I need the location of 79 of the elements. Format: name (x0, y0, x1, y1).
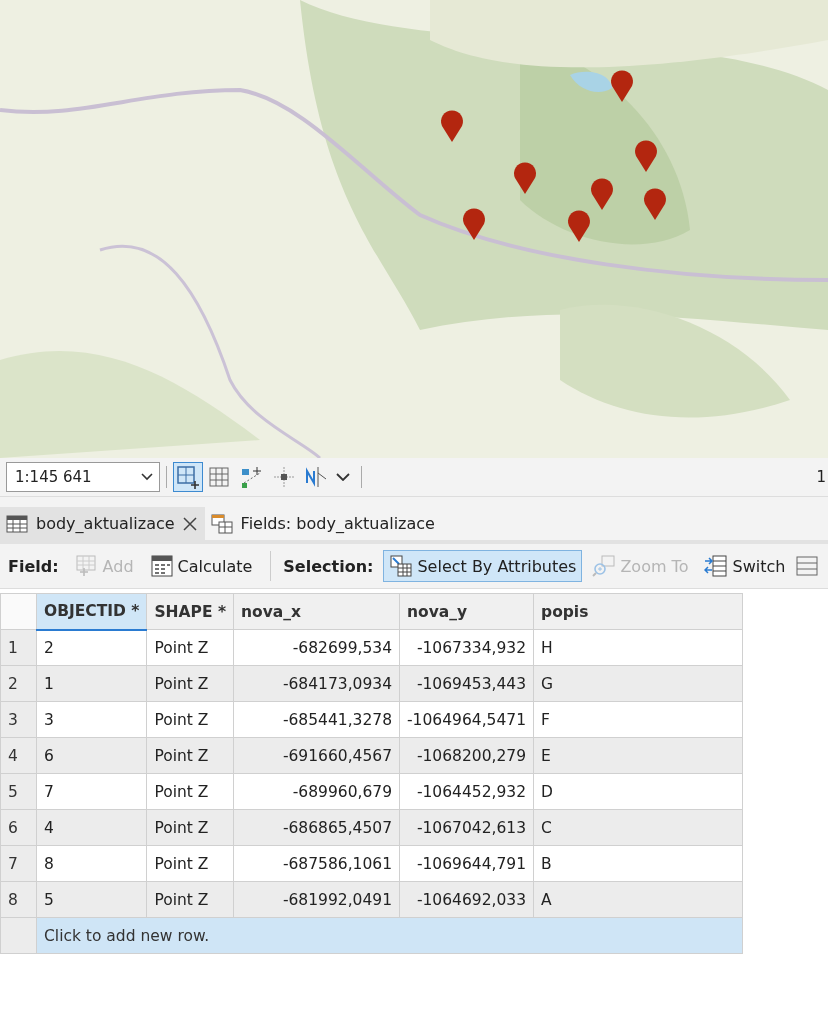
table-cell: 7 (36, 773, 147, 810)
table-cell: -1068200,279 (399, 737, 534, 774)
table-cell: -687586,1061 (233, 845, 400, 882)
table-cell: Point Z (146, 773, 234, 810)
row-number: 8 (0, 881, 37, 918)
table-cell: H (533, 629, 743, 666)
calculator-icon (149, 554, 174, 578)
table-cell: 6 (36, 737, 147, 774)
table-cell: G (533, 665, 743, 702)
row-number: 5 (0, 773, 37, 810)
table-cell: Point Z (146, 701, 234, 738)
scale-dropdown[interactable]: 1:145 641 (6, 462, 160, 492)
table-cell: Point Z (146, 737, 234, 774)
table-cell: E (533, 737, 743, 774)
row-number: 6 (0, 809, 37, 846)
table-cell: -682699,534 (233, 629, 400, 666)
table-add-icon (74, 554, 99, 578)
table-cell: 3 (36, 701, 147, 738)
tab[interactable]: Fields: body_aktualizace (204, 507, 443, 540)
switch-icon (704, 554, 729, 578)
caret-icon (141, 473, 153, 481)
fields-table-icon (210, 513, 233, 534)
row-number: 7 (0, 845, 37, 882)
column-header[interactable]: nova_x (233, 593, 400, 630)
column-header[interactable]: nova_y (399, 593, 534, 630)
table-cell: 8 (36, 845, 147, 882)
zoom-table-icon (592, 554, 617, 578)
table-cell: -686865,4507 (233, 809, 400, 846)
column-header[interactable]: popis (533, 593, 743, 630)
table-icon (6, 514, 28, 533)
table-cell: B (533, 845, 743, 882)
table-cell: C (533, 809, 743, 846)
table-cell: -1064964,5471 (399, 701, 534, 738)
caret-icon (336, 473, 350, 481)
tab[interactable]: body_aktualizace (0, 507, 205, 540)
toolbar-label: Field: (8, 556, 59, 576)
toolbar-button[interactable]: Switch (698, 550, 792, 582)
table-cell: -1067334,932 (399, 629, 534, 666)
column-header[interactable]: OBJECTID * (36, 593, 147, 630)
row-number: 4 (0, 737, 37, 774)
table-cell: 4 (36, 809, 147, 846)
close-icon[interactable] (182, 516, 197, 531)
table-cell: -1069644,791 (399, 845, 534, 882)
snap-icon (240, 465, 264, 489)
table-cell: -681992,0491 (233, 881, 400, 918)
table-cell: -689960,679 (233, 773, 400, 810)
column-header[interactable]: SHAPE * (146, 593, 234, 630)
scale-text: 1 (816, 468, 826, 486)
row-number: 1 (0, 629, 37, 666)
table-cell: A (533, 881, 743, 918)
row-number: 2 (0, 665, 37, 702)
table-cell: -1067042,613 (399, 809, 534, 846)
table-cell: 5 (36, 881, 147, 918)
toolbar-button[interactable]: Select By Attributes (383, 550, 583, 582)
grid-icon (208, 465, 232, 489)
table-cell: Point Z (146, 881, 234, 918)
map-tool-button[interactable] (173, 462, 203, 492)
table-cell: -1064692,033 (399, 881, 534, 918)
table-cell: Point Z (146, 845, 234, 882)
table-cell: -1069453,443 (399, 665, 534, 702)
table-cell: Point Z (146, 809, 234, 846)
add-row-cell[interactable]: Click to add new row. (36, 917, 743, 954)
table-cell: -691660,4567 (233, 737, 400, 774)
table-cell: F (533, 701, 743, 738)
toolbar-button[interactable]: Calculate (143, 550, 259, 582)
toolbar-label: Selection: (283, 556, 374, 576)
table-cell: Point Z (146, 629, 234, 666)
table-cell: Point Z (146, 665, 234, 702)
table-cell: D (533, 773, 743, 810)
table-cell: -685441,3278 (233, 701, 400, 738)
north-arrow-icon (304, 465, 328, 489)
select-table-icon (389, 554, 414, 578)
table-cell: -684173,0934 (233, 665, 400, 702)
table-cell: 1 (36, 665, 147, 702)
table-cell: 2 (36, 629, 147, 666)
row-number: 3 (0, 701, 37, 738)
grid-plus-icon (176, 465, 200, 489)
table-cell: -1064452,932 (399, 773, 534, 810)
crosshair-icon (272, 465, 296, 489)
